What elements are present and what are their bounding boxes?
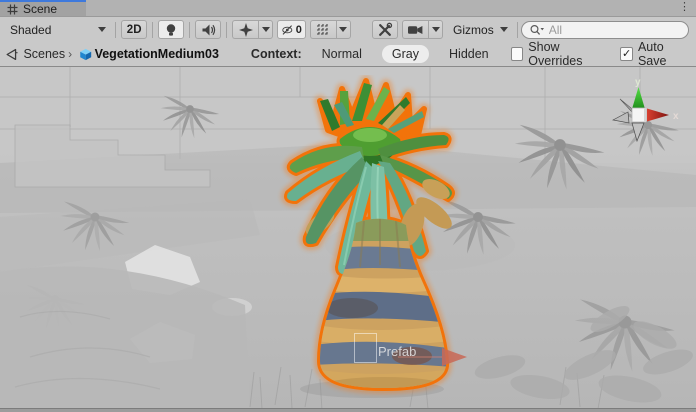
grid-icon: [315, 22, 331, 38]
audio-toggle-button[interactable]: [195, 20, 221, 39]
effects-sparkle-icon: [238, 22, 254, 38]
show-overrides-checkbox[interactable]: [511, 47, 524, 61]
auto-save-label: Auto Save: [638, 40, 689, 68]
gizmo-cube-shade: [644, 108, 646, 122]
tab-strip: Scene ⋮: [0, 0, 696, 17]
gizmos-label: Gizmos: [453, 23, 494, 37]
component-tools-button[interactable]: [372, 20, 398, 39]
scene-grid-icon: [7, 4, 18, 15]
context-option-gray[interactable]: Gray: [382, 45, 429, 63]
toolbar-separator: [226, 22, 227, 38]
chevron-down-icon: [262, 27, 270, 32]
prefab-cube-icon: [79, 47, 92, 62]
toolbar-separator: [152, 22, 153, 38]
window-bottom-edge: [0, 408, 696, 412]
toolbar-separator: [189, 22, 190, 38]
axis-x-cone[interactable]: [647, 109, 669, 122]
effects-dropdown[interactable]: [258, 20, 273, 39]
tab-scene[interactable]: Scene: [0, 0, 86, 16]
axis-neg-y-cone[interactable]: [632, 123, 644, 141]
context-option-hidden[interactable]: Hidden: [443, 45, 495, 63]
toolbar-separator: [517, 22, 518, 38]
gizmos-dropdown[interactable]: Gizmos: [447, 20, 514, 40]
effects-toggle-button[interactable]: [232, 20, 258, 39]
camera-button-group: [402, 20, 443, 39]
draw-mode-dropdown[interactable]: Shaded: [4, 20, 112, 40]
grid-dropdown[interactable]: [336, 20, 351, 39]
orientation-gizmo[interactable]: y x: [604, 75, 692, 147]
scene-camera-button[interactable]: [402, 20, 428, 39]
search-input[interactable]: [521, 21, 689, 39]
hidden-object-count: 0: [296, 24, 302, 36]
axis-y-cone[interactable]: [632, 87, 645, 109]
toolbar-separator: [115, 22, 116, 38]
breadcrumb-scenes[interactable]: Scenes: [23, 47, 65, 61]
unity-logo-icon: [5, 47, 18, 62]
show-overrides-toggle[interactable]: Show Overrides: [511, 40, 608, 68]
chevron-down-icon: [432, 27, 440, 32]
prefab-asset-name[interactable]: VegetationMedium03: [95, 47, 219, 61]
effects-button-group: [232, 20, 273, 39]
show-overrides-label: Show Overrides: [528, 40, 607, 68]
chevron-down-icon: [339, 27, 347, 32]
grid-button-group: [310, 20, 351, 39]
tab-menu-icon[interactable]: ⋮: [673, 0, 696, 16]
scene-toolbar: Shaded 2D: [0, 17, 696, 42]
context-label: Context:: [251, 47, 302, 61]
breadcrumb-separator: ›: [68, 47, 72, 61]
prefab-badge: Prefab: [378, 344, 416, 359]
camera-icon: [407, 22, 424, 38]
camera-dropdown[interactable]: [428, 20, 443, 39]
scene-search: [521, 21, 689, 39]
axis-back-cone[interactable]: [620, 99, 633, 113]
grid-visibility-button[interactable]: [310, 20, 336, 39]
eye-hidden-icon: [281, 22, 294, 38]
prefab-context-bar: Scenes › VegetationMedium03 Context: Nor…: [0, 42, 696, 67]
context-option-normal[interactable]: Normal: [316, 45, 368, 63]
lightbulb-icon: [163, 22, 179, 38]
axis-y-label: y: [635, 77, 641, 88]
tools-icon: [377, 22, 393, 38]
auto-save-checkbox[interactable]: ✓: [620, 47, 633, 61]
lighting-toggle-button[interactable]: [158, 20, 184, 39]
2d-toggle-button[interactable]: 2D: [121, 20, 147, 39]
chevron-down-icon: [98, 27, 106, 32]
axis-neg-x-cone[interactable]: [613, 112, 629, 123]
prefab-selection-frame[interactable]: [354, 333, 377, 363]
scene-visibility-button[interactable]: 0: [277, 20, 306, 39]
scene-view-window: Scene ⋮ Shaded 2D: [0, 0, 696, 412]
axis-x-label: x: [673, 111, 679, 122]
tab-title: Scene: [23, 2, 57, 16]
draw-mode-label: Shaded: [10, 23, 51, 37]
auto-save-toggle[interactable]: ✓ Auto Save: [620, 40, 689, 68]
scene-viewport[interactable]: Prefab y x: [0, 67, 696, 412]
gizmo-center-cube[interactable]: [632, 108, 646, 122]
search-icon: [529, 24, 545, 37]
chevron-down-icon: [500, 27, 508, 32]
speaker-icon: [200, 22, 217, 38]
